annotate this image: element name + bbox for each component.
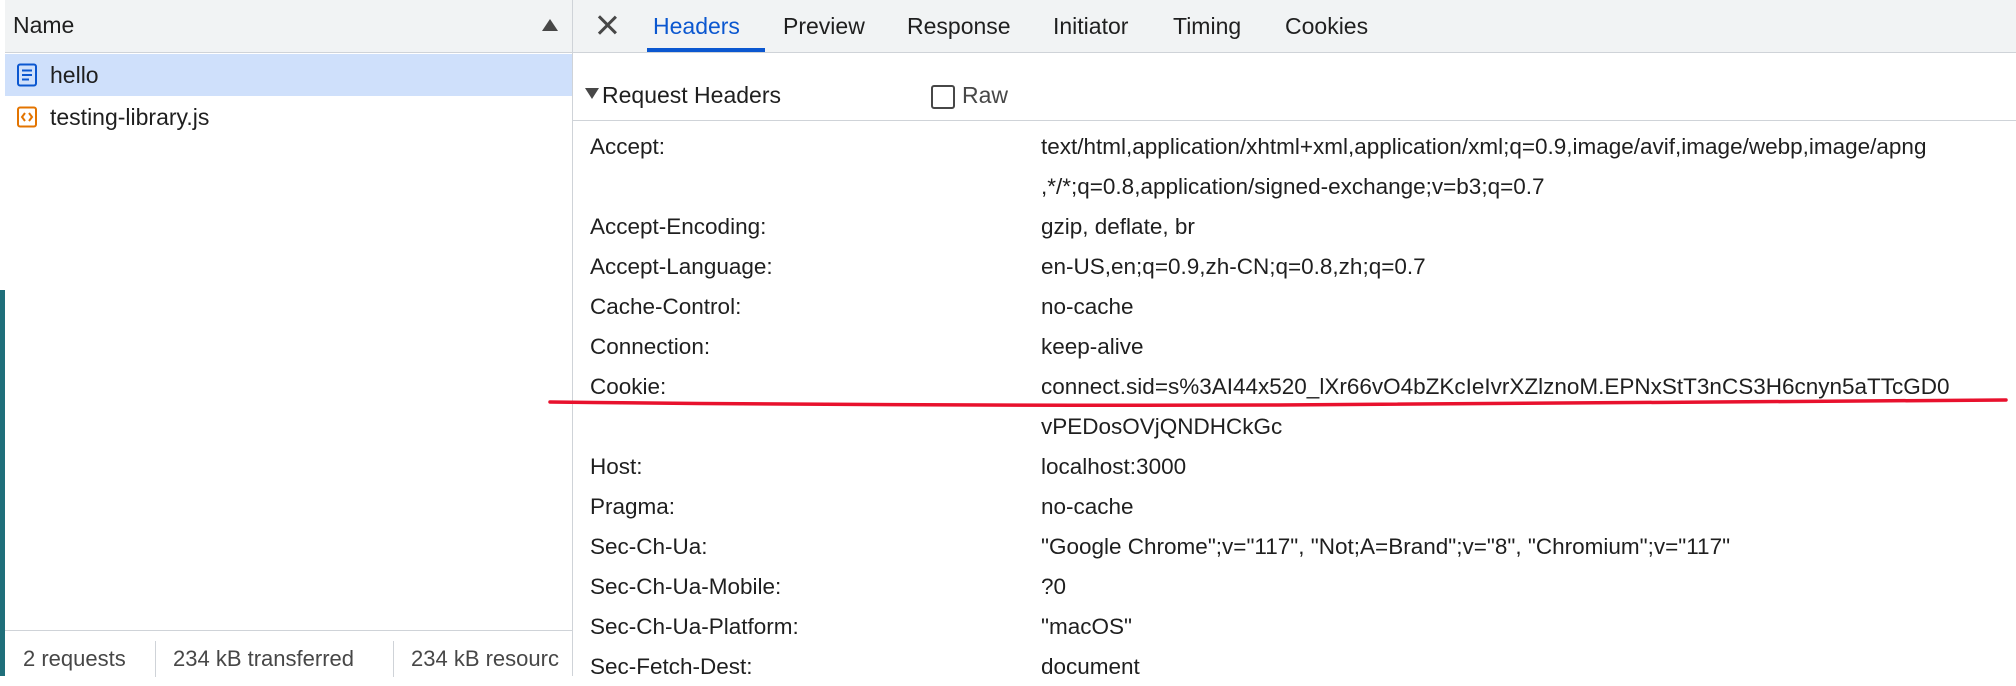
raw-label[interactable]: Raw xyxy=(962,82,1008,109)
header-key: Sec-Fetch-Dest: xyxy=(590,654,753,679)
resources-size: 234 kB resourc xyxy=(411,646,559,671)
transferred-size: 234 kB transferred xyxy=(173,646,354,671)
request-row-testing-library[interactable]: testing-library.js xyxy=(5,96,572,138)
tab-initiator[interactable]: Initiator xyxy=(1053,13,1128,40)
header-row: Accept-Encoding: gzip, deflate, br xyxy=(573,206,2016,246)
script-icon xyxy=(17,106,37,128)
network-status-bar: 2 requests 234 kB transferred 234 kB res… xyxy=(5,630,572,677)
header-row: ,*/*;q=0.8,application/signed-exchange;v… xyxy=(573,166,2016,206)
request-details-pane: Headers Preview Response Initiator Timin… xyxy=(573,0,2016,679)
request-count: 2 requests xyxy=(23,646,126,671)
header-row: Accept: text/html,application/xhtml+xml,a… xyxy=(573,126,2016,166)
status-divider xyxy=(393,641,394,677)
request-list-pane: Name hello testing-library.js 2 requests… xyxy=(5,0,573,677)
header-key: Accept-Language: xyxy=(590,254,773,279)
header-value: text/html,application/xhtml+xml,applicat… xyxy=(1041,134,1927,159)
header-row: Sec-Fetch-Dest: document xyxy=(573,646,2016,686)
header-row: Sec-Ch-Ua-Platform: "macOS" xyxy=(573,606,2016,646)
header-row: Pragma: no-cache xyxy=(573,486,2016,526)
request-name: testing-library.js xyxy=(50,104,210,130)
expand-triangle-icon[interactable] xyxy=(585,88,599,99)
status-divider xyxy=(155,641,156,677)
header-key: Host: xyxy=(590,454,643,479)
request-row-hello[interactable]: hello xyxy=(5,54,572,96)
header-row: Host: localhost:3000 xyxy=(573,446,2016,486)
header-row: Connection: keep-alive xyxy=(573,326,2016,366)
request-headers-section-header[interactable]: Request Headers Raw xyxy=(573,72,2016,121)
close-icon[interactable] xyxy=(595,13,619,37)
details-tab-bar: Headers Preview Response Initiator Timin… xyxy=(573,0,2016,53)
tab-cookies[interactable]: Cookies xyxy=(1285,13,1368,40)
header-row: Cache-Control: no-cache xyxy=(573,286,2016,326)
header-value: ?0 xyxy=(1041,574,1067,599)
header-value: document xyxy=(1041,654,1140,679)
header-value: no-cache xyxy=(1041,494,1134,519)
raw-checkbox[interactable] xyxy=(931,85,955,109)
header-value: keep-alive xyxy=(1041,334,1144,359)
header-row: Accept-Language: en-US,en;q=0.9,zh-CN;q=0… xyxy=(573,246,2016,286)
header-value: gzip, deflate, br xyxy=(1041,214,1195,239)
active-tab-indicator xyxy=(647,48,765,52)
annotation-underline xyxy=(548,398,2008,407)
document-icon xyxy=(17,63,37,87)
request-name: hello xyxy=(50,62,99,88)
sort-ascending-icon[interactable] xyxy=(542,19,558,31)
header-row: Sec-Ch-Ua: "Google Chrome";v="117", "Not;… xyxy=(573,526,2016,566)
tab-headers[interactable]: Headers xyxy=(653,13,740,40)
name-column-header[interactable]: Name xyxy=(5,0,572,53)
header-value: no-cache xyxy=(1041,294,1134,319)
tab-timing[interactable]: Timing xyxy=(1173,13,1241,40)
header-value: localhost:3000 xyxy=(1041,454,1187,479)
header-row: Sec-Ch-Ua-Mobile: ?0 xyxy=(573,566,2016,606)
header-key: Pragma: xyxy=(590,494,676,519)
header-key: Cache-Control: xyxy=(590,294,742,319)
header-value: vPEDosOVjQNDHCkGc xyxy=(1041,414,1283,439)
header-key: Sec-Ch-Ua-Mobile: xyxy=(590,574,782,599)
section-title: Request Headers xyxy=(602,82,781,108)
header-value: ,*/*;q=0.8,application/signed-exchange;v… xyxy=(1041,174,1545,199)
header-key: Connection: xyxy=(590,334,711,359)
tab-response[interactable]: Response xyxy=(907,13,1011,40)
header-key: Sec-Ch-Ua-Platform: xyxy=(590,614,799,639)
tab-preview[interactable]: Preview xyxy=(783,13,865,40)
header-key: Accept-Encoding: xyxy=(590,214,767,239)
name-column-label: Name xyxy=(13,12,75,38)
header-value: en-US,en;q=0.9,zh-CN;q=0.8,zh;q=0.7 xyxy=(1041,254,1426,279)
header-key: Sec-Ch-Ua: xyxy=(590,534,708,559)
header-value: "Google Chrome";v="117", "Not;A=Brand";v… xyxy=(1041,534,1731,559)
header-value: "macOS" xyxy=(1041,614,1132,639)
header-key: Accept: xyxy=(590,134,666,159)
